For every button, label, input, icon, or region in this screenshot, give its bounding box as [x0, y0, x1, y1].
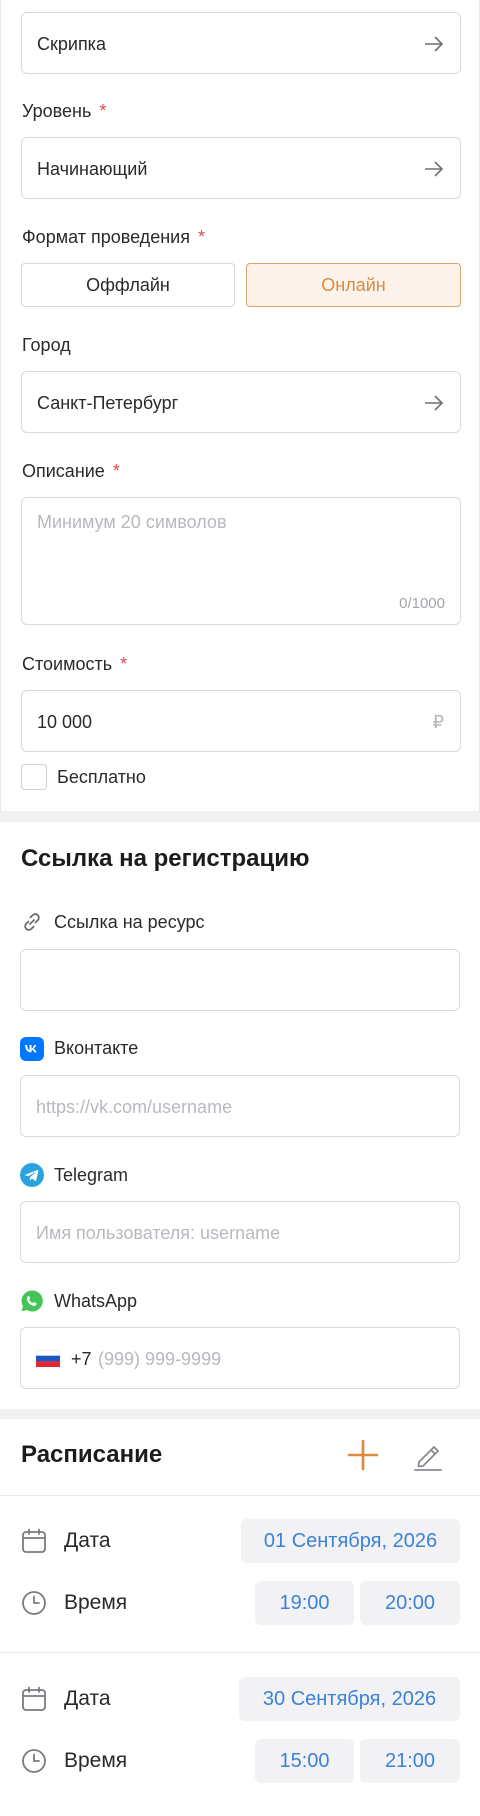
telegram-placeholder: Имя пользователя: username [36, 1223, 281, 1243]
city-label: Город [22, 335, 71, 355]
end-time-chip[interactable]: 21:00 [360, 1739, 460, 1783]
price-input[interactable]: 10 000 ₽ [21, 690, 461, 752]
time-label: Время [64, 1749, 128, 1772]
arrow-right-icon [425, 395, 444, 411]
start-time-chip[interactable]: 15:00 [255, 1739, 354, 1783]
telegram-icon [20, 1163, 44, 1187]
format-label: Формат проведения * [22, 227, 205, 247]
description-textarea[interactable]: Минимум 20 символов 0/1000 [21, 497, 461, 625]
price-label: Стоимость * [22, 654, 128, 674]
plus-icon[interactable] [345, 1437, 381, 1473]
divider [0, 1495, 480, 1496]
time-label: Время [64, 1591, 128, 1614]
resource-link-label: Ссылка на ресурс [54, 912, 205, 932]
level-value: Начинающий [37, 159, 148, 179]
level-label: Уровень * [22, 101, 107, 121]
clock-icon [22, 1749, 46, 1773]
instrument-select[interactable]: Скрипка [21, 12, 461, 74]
required-mark: * [197, 227, 205, 247]
instrument-value: Скрипка [37, 34, 106, 54]
start-time-chip[interactable]: 19:00 [255, 1581, 354, 1625]
format-option-offline[interactable]: Оффлайн [21, 263, 235, 307]
resource-link-input[interactable] [20, 949, 460, 1011]
calendar-icon [22, 1686, 46, 1711]
registration-links-card: Ссылка на регистрацию Ссылка на ресурс В… [0, 822, 480, 1409]
calendar-icon [22, 1528, 46, 1553]
schedule-title: Расписание [21, 1441, 163, 1468]
currency-symbol: ₽ [432, 712, 444, 732]
whatsapp-phone-input[interactable]: +7 (999) 999-9999 [20, 1327, 460, 1389]
telegram-input[interactable]: Имя пользователя: username [20, 1201, 460, 1263]
vk-label: Вконтакте [54, 1038, 139, 1058]
free-checkbox[interactable] [21, 764, 47, 790]
date-chip[interactable]: 30 Сентября, 2026 [239, 1677, 460, 1721]
required-mark: * [120, 654, 128, 674]
free-checkbox-label[interactable]: Бесплатно [57, 767, 146, 788]
clock-icon [22, 1591, 46, 1615]
required-mark: * [99, 101, 107, 121]
required-mark: * [112, 461, 120, 481]
arrow-right-icon [425, 161, 444, 177]
vk-placeholder: https://vk.com/username [36, 1097, 233, 1117]
description-label: Описание * [22, 461, 120, 481]
price-value: 10 000 [37, 712, 93, 732]
date-chip[interactable]: 01 Сентября, 2026 [241, 1519, 460, 1563]
city-select[interactable]: Санкт-Петербург [21, 371, 461, 433]
vk-input[interactable]: https://vk.com/username [20, 1075, 460, 1137]
whatsapp-label: WhatsApp [54, 1291, 138, 1311]
end-time-chip[interactable]: 20:00 [360, 1581, 460, 1625]
lesson-form-card: Скрипка Уровень * Начинающий Формат прове… [0, 0, 480, 811]
date-label: Дата [64, 1529, 111, 1552]
city-value: Санкт-Петербург [37, 393, 179, 413]
description-placeholder: Минимум 20 символов [37, 512, 227, 532]
pencil-icon[interactable] [410, 1437, 446, 1473]
format-option-online[interactable]: Онлайн [246, 263, 461, 307]
schedule-card: Расписание Дата 01 Сентября, 2026 Время … [0, 1419, 480, 1816]
vk-icon [20, 1037, 44, 1061]
level-select[interactable]: Начинающий [21, 137, 461, 199]
registration-section-title: Ссылка на регистрацию [21, 845, 310, 872]
russia-flag-icon [36, 1350, 60, 1367]
date-label: Дата [64, 1687, 111, 1710]
divider [0, 1652, 480, 1653]
telegram-label: Telegram [54, 1165, 129, 1185]
arrow-right-icon [425, 36, 444, 52]
whatsapp-icon [21, 1290, 43, 1312]
phone-placeholder: (999) 999-9999 [98, 1349, 222, 1369]
link-icon [24, 913, 40, 931]
phone-country-code: +7 [71, 1349, 92, 1369]
description-counter: 0/1000 [399, 595, 445, 612]
